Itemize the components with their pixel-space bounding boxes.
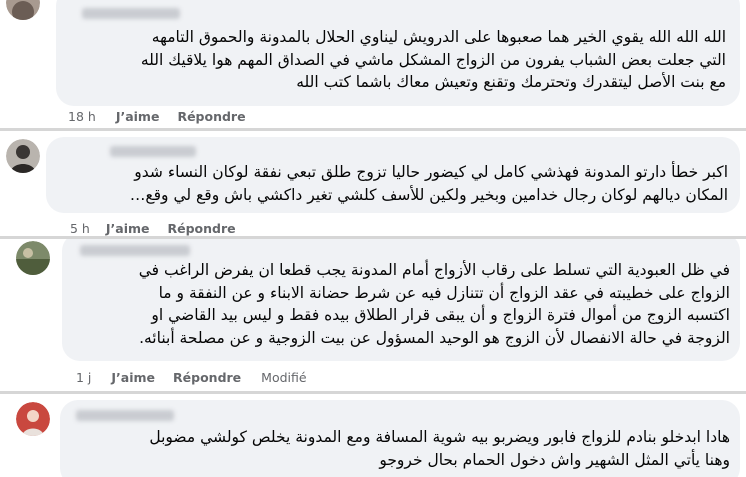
- comment-bubble: هادا ابدخلو بنادم للزواج فابور ويضربو بي…: [60, 400, 740, 477]
- comment-2: اكبر خطأ دارتو المدونة فهذشي كامل لي كيض…: [0, 131, 746, 236]
- avatar[interactable]: [16, 402, 50, 436]
- avatar-photo-icon: [6, 139, 40, 173]
- commenter-name-blurred[interactable]: [110, 146, 196, 157]
- comment-actions: 5 h J’aime Répondre: [70, 220, 254, 236]
- comment-timestamp[interactable]: 5 h: [70, 221, 90, 236]
- avatar-photo-icon: [16, 241, 50, 275]
- comment-bubble: في ظل العبودية التي تسلط على رقاب الأزوا…: [62, 239, 740, 361]
- commenter-name-blurred[interactable]: [80, 245, 190, 256]
- comment-actions: 18 h J’aime Répondre: [68, 108, 264, 124]
- comment-timestamp[interactable]: 18 h: [68, 109, 96, 124]
- like-button[interactable]: J’aime: [116, 109, 160, 124]
- commenter-name-blurred[interactable]: [76, 410, 174, 421]
- edited-label[interactable]: Modifié: [261, 370, 306, 385]
- avatar[interactable]: [16, 241, 50, 275]
- reply-button[interactable]: Répondre: [167, 221, 235, 236]
- avatar-photo-icon: [6, 0, 40, 20]
- reply-button[interactable]: Répondre: [173, 370, 241, 385]
- comment-timestamp[interactable]: 1 j: [76, 370, 91, 385]
- avatar-photo-icon: [16, 402, 50, 436]
- reply-button[interactable]: Répondre: [177, 109, 245, 124]
- comment-bubble: اكبر خطأ دارتو المدونة فهذشي كامل لي كيض…: [46, 137, 740, 213]
- like-button[interactable]: J’aime: [111, 370, 155, 385]
- like-button[interactable]: J’aime: [106, 221, 150, 236]
- avatar[interactable]: [6, 0, 40, 20]
- commenter-name-blurred[interactable]: [82, 8, 180, 19]
- comment-1: الله الله الله يقوي الخير هما صعبوها على…: [0, 0, 746, 128]
- comment-text: في ظل العبودية التي تسلط على رقاب الأزوا…: [138, 261, 730, 347]
- avatar[interactable]: [6, 139, 40, 173]
- comment-text: هادا ابدخلو بنادم للزواج فابور ويضربو بي…: [149, 428, 730, 469]
- comment-actions: 1 j J’aime Répondre Modifié: [76, 369, 307, 385]
- comment-3: في ظل العبودية التي تسلط على رقاب الأزوا…: [0, 239, 746, 391]
- comment-bubble: الله الله الله يقوي الخير هما صعبوها على…: [56, 0, 740, 106]
- comment-4: هادا ابدخلو بنادم للزواج فابور ويضربو بي…: [0, 394, 746, 477]
- comment-text: الله الله الله يقوي الخير هما صعبوها على…: [140, 28, 726, 91]
- comment-text: اكبر خطأ دارتو المدونة فهذشي كامل لي كيض…: [129, 163, 728, 204]
